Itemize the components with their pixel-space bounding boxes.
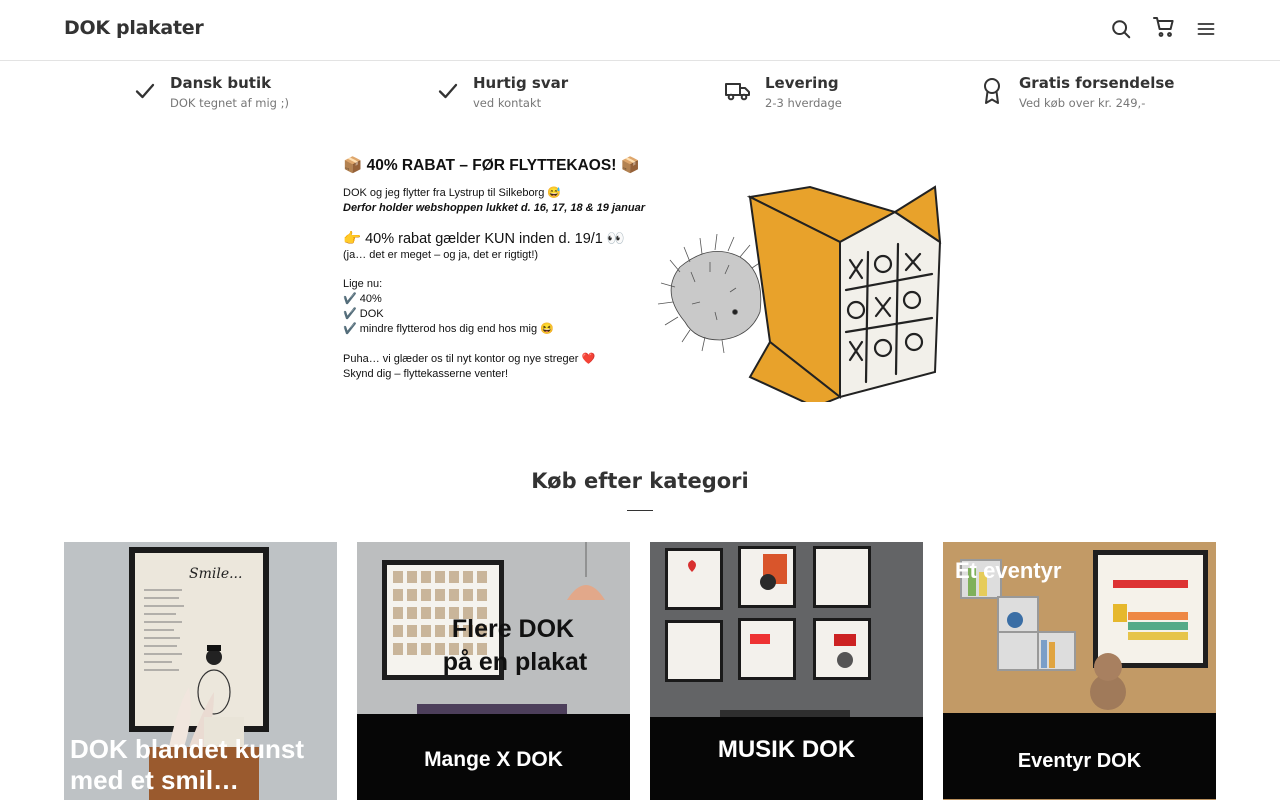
promo-line: Puha… vi glæder os til nyt kontor og nye… <box>343 353 596 365</box>
promo-line: (ja… det er meget – og ja, det er rigtig… <box>343 249 539 261</box>
award-icon <box>977 76 1007 106</box>
site-header: DOK plakater <box>0 0 1280 61</box>
promo-line: Skynd dig – flyttekasserne venter! <box>343 368 509 380</box>
section-divider <box>627 510 653 511</box>
promo-line: Lige nu: <box>343 278 383 290</box>
check-icon <box>130 76 160 106</box>
category-card-eventyr-dok[interactable]: Et eventyr Eventyr DOK <box>943 542 1216 800</box>
promo-check: ✔️ mindre flytterod hos dig end hos mig … <box>343 323 554 335</box>
category-label: Mange X DOK <box>424 748 563 771</box>
usp-title: Dansk butik <box>170 74 272 92</box>
category-overlay-text: på en plakat <box>443 648 588 676</box>
usp-gratis-forsendelse: Gratis forsendelse Ved køb over kr. 249,… <box>977 72 1197 116</box>
truck-icon <box>723 76 753 106</box>
category-label: Eventyr DOK <box>1017 750 1142 772</box>
category-card-mange-x-dok[interactable]: Flere DOK på en plakat Mange X DOK <box>357 542 630 800</box>
usp-subtitle: Ved køb over kr. 249,- <box>1019 96 1146 110</box>
poster-text: Smile... <box>189 566 242 582</box>
usp-hurtig-svar: Hurtig svar ved kontakt <box>433 72 633 116</box>
promo-check: ✔️ 40% <box>343 293 382 305</box>
promo-line: DOK og jeg flytter fra Lystrup til Silke… <box>343 187 562 199</box>
category-label-line: DOK blandet kunst <box>70 734 305 764</box>
promo-text: 📦 40% RABAT – FØR FLYTTEKAOS! 📦 DOK og j… <box>343 152 663 382</box>
category-label: MUSIK DOK <box>717 736 856 763</box>
usp-subtitle: 2-3 hverdage <box>765 96 842 110</box>
cart-icon[interactable] <box>1151 14 1177 40</box>
promo-check: ✔️ DOK <box>343 308 384 320</box>
usp-dansk-butik: Dansk butik DOK tegnet af mig ;) <box>130 72 390 116</box>
category-card-blandet-kunst[interactable]: Smile... DOK blandet kunst med et smil… <box>64 542 337 800</box>
category-overlay-text: Et eventyr <box>955 558 1062 583</box>
usp-title: Hurtig svar <box>473 74 569 92</box>
search-icon[interactable] <box>1108 16 1134 42</box>
category-overlay-text: Flere DOK <box>452 615 574 643</box>
promo-banner[interactable]: 📦 40% RABAT – FØR FLYTTEKAOS! 📦 DOK og j… <box>340 152 950 402</box>
moving-box-illustration <box>657 185 942 402</box>
menu-icon[interactable] <box>1193 16 1219 42</box>
site-logo[interactable]: DOK plakater <box>64 17 204 39</box>
usp-levering: Levering 2-3 hverdage <box>723 72 923 116</box>
category-card-musik-dok[interactable]: MUSIK DOK <box>650 542 923 800</box>
usp-subtitle: ved kontakt <box>473 96 542 110</box>
check-icon <box>433 76 463 106</box>
category-label-line: med et smil… <box>70 765 240 795</box>
category-label: DOK blandet kunst med et smil… <box>70 734 337 796</box>
promo-headline: 📦 40% RABAT – FØR FLYTTEKAOS! 📦 <box>343 157 640 174</box>
usp-title: Gratis forsendelse <box>1019 74 1175 92</box>
usp-subtitle: DOK tegnet af mig ;) <box>170 96 289 110</box>
promo-line-bold: Derfor holder webshoppen lukket d. 16, 1… <box>343 202 645 214</box>
promo-line-big: 👉 40% rabat gælder KUN inden d. 19/1 👀 <box>343 231 625 247</box>
usp-title: Levering <box>765 74 839 92</box>
section-title: Køb efter kategori <box>531 469 749 493</box>
